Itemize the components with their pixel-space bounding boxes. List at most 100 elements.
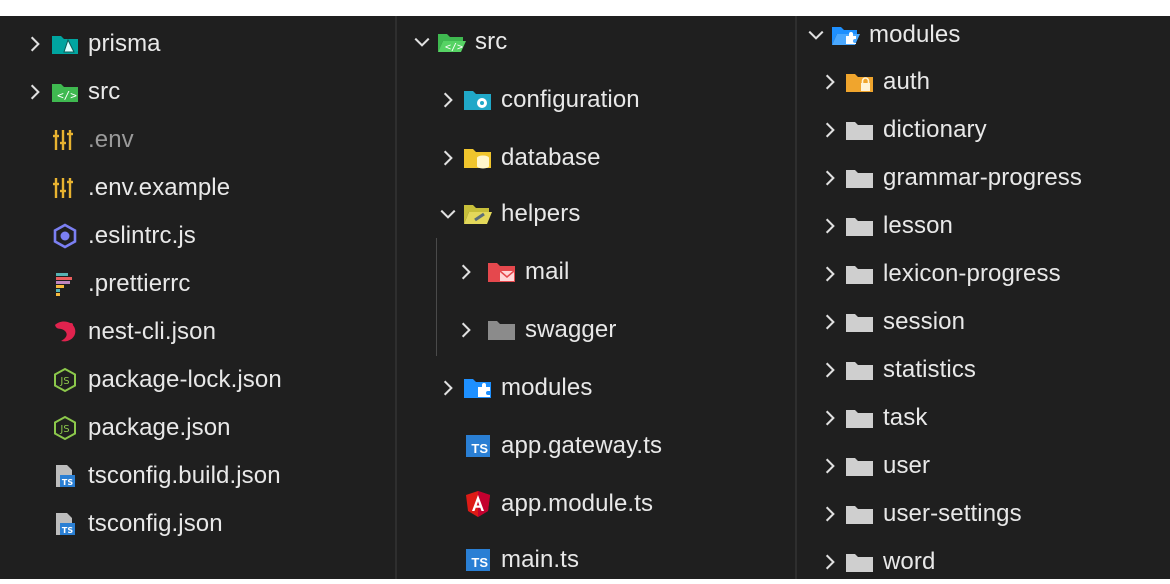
tree-item-dictionary[interactable]: dictionary [817,108,1170,152]
svg-text:</>: </> [445,42,463,53]
tree-item-database[interactable]: database [435,136,795,180]
tree-item-label: session [883,308,966,335]
tree-item-lexicon-progress[interactable]: lexicon-progress [817,252,1170,296]
tree-item-package-json[interactable]: JS package.json [48,406,395,450]
tree-item-app-module[interactable]: app.module.ts [461,482,795,526]
tree-item-label: tsconfig.build.json [88,462,281,489]
chevron-right-icon[interactable] [817,69,843,95]
chevron-right-icon[interactable] [817,117,843,143]
tree-item-env[interactable]: .env [48,118,395,162]
tree-item-env-example[interactable]: .env.example [48,166,395,210]
tree-item-prisma[interactable]: prisma [22,22,395,66]
tree-item-prettierrc[interactable]: .prettierrc [48,262,395,306]
chevron-right-icon[interactable] [817,405,843,431]
chevron-right-icon[interactable] [22,31,48,57]
tree-item-label: modules [869,21,961,48]
svg-text:JS: JS [59,376,69,387]
folder-prisma-icon [48,30,82,58]
tree-item-label: word [883,548,936,575]
tree-item-src[interactable]: </> src [22,70,395,114]
chevron-right-icon[interactable] [435,87,461,113]
tsconfig-icon: TS [48,510,82,538]
tree-item-label: .eslintrc.js [88,222,196,249]
tree-item-label: configuration [501,86,640,113]
chevron-right-icon[interactable] [453,259,479,285]
nestjs-icon [48,318,82,346]
chevron-down-icon[interactable] [435,201,461,227]
tree-item-eslintrc[interactable]: .eslintrc.js [48,214,395,258]
folder-modules-open-icon [829,21,863,49]
tree-item-package-lock[interactable]: JS package-lock.json [48,358,395,402]
chevron-down-icon[interactable] [409,29,435,55]
tree-item-configuration[interactable]: configuration [435,78,795,122]
tree-item-user-settings[interactable]: user-settings [817,492,1170,536]
chevron-right-icon[interactable] [817,165,843,191]
tree-item-label: prisma [88,30,161,57]
typescript-icon: TS [461,546,495,574]
env-settings-icon [48,126,82,154]
tree-item-auth[interactable]: auth [817,60,1170,104]
svg-text:TS: TS [62,478,73,487]
chevron-down-icon[interactable] [803,22,829,48]
folder-icon [843,212,877,240]
ts-badge-text: TS [466,435,490,457]
tree-item-label: .prettierrc [88,270,191,297]
folder-icon [843,116,877,144]
chevron-right-icon[interactable] [817,501,843,527]
chevron-right-icon[interactable] [22,79,48,105]
chevron-right-icon[interactable] [453,317,479,343]
tree-item-label: user-settings [883,500,1022,527]
tree-item-task[interactable]: task [817,396,1170,440]
tree-item-session[interactable]: session [817,300,1170,344]
file-explorer-screenshot: prisma </> src .env .env.example .eslint… [0,16,1170,579]
tree-item-main-ts[interactable]: TS main.ts [461,538,795,582]
folder-icon [843,548,877,576]
tree-item-label: package-lock.json [88,366,282,393]
folder-auth-icon [843,68,877,96]
tree-item-word[interactable]: word [817,540,1170,584]
folder-config-icon [461,86,495,114]
tree-item-label: main.ts [501,546,580,573]
angular-icon [461,490,495,518]
tree-item-app-gateway[interactable]: TS app.gateway.ts [461,424,795,468]
chevron-right-icon[interactable] [817,261,843,287]
tree-item-tsconfig[interactable]: TS tsconfig.json [48,502,395,546]
tree-item-label: database [501,144,601,171]
ts-badge-text: TS [466,549,490,571]
tree-item-user[interactable]: user [817,444,1170,488]
tree-item-label: .env [88,126,134,153]
folder-icon [843,404,877,432]
tree-item-nest-cli[interactable]: nest-cli.json [48,310,395,354]
tree-item-tsconfig-build[interactable]: TS tsconfig.build.json [48,454,395,498]
tree-item-label: helpers [501,200,581,227]
chevron-right-icon[interactable] [435,375,461,401]
chevron-right-icon[interactable] [435,145,461,171]
tree-item-lesson[interactable]: lesson [817,204,1170,248]
tree-item-swagger[interactable]: swagger [453,308,795,352]
tree-item-grammar-progress[interactable]: grammar-progress [817,156,1170,200]
svg-text:TS: TS [62,526,73,535]
chevron-right-icon[interactable] [817,213,843,239]
explorer-panel-root: prisma </> src .env .env.example .eslint… [0,16,395,579]
chevron-right-icon[interactable] [817,549,843,575]
folder-icon [843,260,877,288]
tree-item-src-root[interactable]: </> src [409,20,795,64]
folder-modules-icon [461,374,495,402]
chevron-right-icon[interactable] [817,357,843,383]
tree-item-label: tsconfig.json [88,510,223,537]
tree-item-label: src [475,28,508,55]
tsconfig-icon: TS [48,462,82,490]
tree-item-label: nest-cli.json [88,318,217,345]
tree-item-helpers[interactable]: helpers [435,192,795,236]
folder-src-open-icon: </> [435,28,469,56]
tree-item-mail[interactable]: mail [453,250,795,294]
tree-item-modules-root[interactable]: modules [803,13,1170,57]
tree-item-label: swagger [525,316,617,343]
tree-item-label: app.gateway.ts [501,432,663,459]
tree-item-modules[interactable]: modules [435,366,795,410]
tree-item-statistics[interactable]: statistics [817,348,1170,392]
env-settings-icon [48,174,82,202]
chevron-right-icon[interactable] [817,309,843,335]
tree-item-label: .env.example [88,174,231,201]
chevron-right-icon[interactable] [817,453,843,479]
